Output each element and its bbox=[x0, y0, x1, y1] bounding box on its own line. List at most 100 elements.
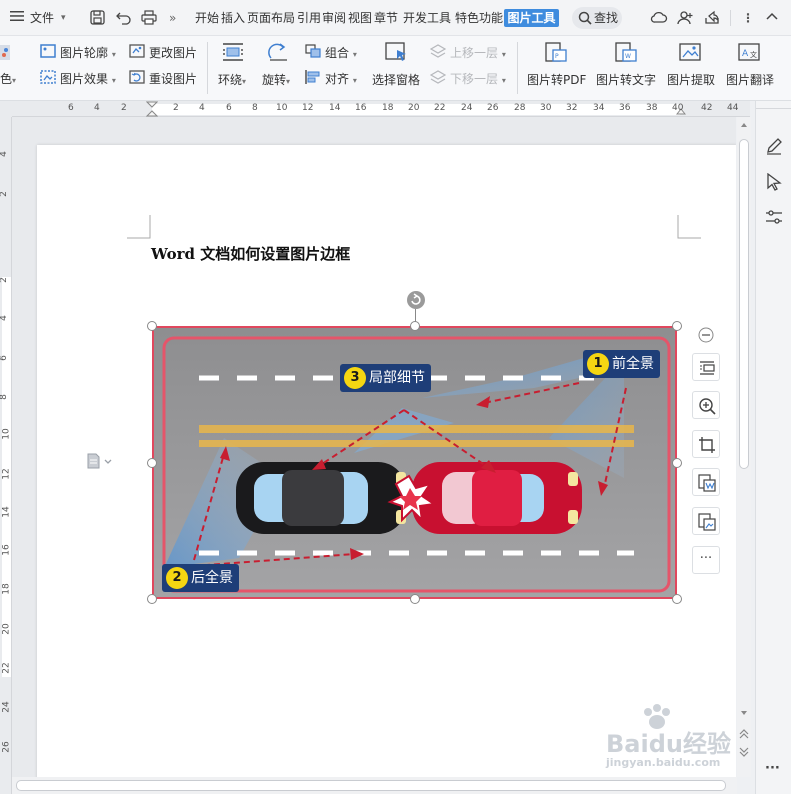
tag-rear-view-label: 后全景 bbox=[191, 570, 233, 586]
picture-convert-button[interactable] bbox=[692, 468, 720, 496]
first-line-indent-marker-icon[interactable] bbox=[146, 101, 158, 117]
tab-picture-tools[interactable]: 图片工具 bbox=[504, 9, 559, 27]
tab-developer[interactable]: 开发工具 bbox=[403, 9, 451, 27]
side-panel-more-icon[interactable]: ··· bbox=[765, 761, 780, 776]
text-wrap-icon[interactable] bbox=[222, 42, 244, 65]
rotate-button[interactable]: 旋转▾ bbox=[262, 71, 290, 88]
search-box[interactable]: 查找 bbox=[572, 7, 622, 29]
horizontal-scroll-thumb[interactable] bbox=[16, 780, 726, 791]
v-ruler-tick: 14 bbox=[1, 506, 12, 518]
group-button[interactable]: 组合 ▾ bbox=[325, 44, 357, 61]
resize-handle-top-left[interactable] bbox=[147, 321, 157, 331]
picture-extract-icon[interactable] bbox=[679, 42, 703, 67]
picture-translate-button[interactable]: 图片翻译 bbox=[726, 71, 774, 88]
tab-references[interactable]: 引用 bbox=[297, 9, 321, 27]
svg-text:文: 文 bbox=[750, 50, 757, 59]
cloud-sync-icon[interactable] bbox=[650, 10, 668, 28]
send-backward-button[interactable]: 下移一层 ▾ bbox=[450, 70, 506, 87]
v-ruler-tick: 26 bbox=[1, 741, 12, 753]
resize-handle-top-right[interactable] bbox=[672, 321, 682, 331]
h-ruler-tick: 12 bbox=[302, 103, 314, 113]
picture-to-pdf-button[interactable]: 图片转PDF bbox=[527, 71, 586, 88]
collapse-ribbon-icon[interactable] bbox=[765, 10, 779, 28]
file-menu[interactable]: 文件 bbox=[30, 9, 54, 27]
vertical-scrollbar[interactable] bbox=[737, 117, 751, 777]
vertical-scroll-thumb[interactable] bbox=[739, 139, 749, 469]
h-ruler-tick: 6 bbox=[68, 103, 74, 113]
share-icon[interactable] bbox=[704, 10, 720, 28]
h-ruler-tick: 40 bbox=[672, 103, 684, 113]
hamburger-menu-icon[interactable] bbox=[10, 9, 24, 27]
picture-translate-icon[interactable]: A文 bbox=[738, 42, 762, 67]
resize-handle-bottom-right[interactable] bbox=[672, 594, 682, 604]
selection-pane-button[interactable]: 选择窗格 bbox=[372, 71, 420, 88]
resize-handle-bottom[interactable] bbox=[410, 594, 420, 604]
h-ruler-tick: 32 bbox=[566, 103, 578, 113]
previous-page-icon[interactable] bbox=[739, 729, 749, 739]
scroll-up-arrow-icon[interactable] bbox=[740, 122, 748, 128]
resize-handle-top[interactable] bbox=[410, 321, 420, 331]
change-picture-button[interactable]: 更改图片 bbox=[149, 44, 197, 61]
document-page[interactable]: Word 文档如何设置图片边框 3 局部细节 1 前全景 2 后全景 bbox=[37, 145, 736, 777]
tab-view[interactable]: 视图 bbox=[348, 9, 372, 27]
h-ruler-tick: 2 bbox=[121, 103, 127, 113]
scroll-down-arrow-icon[interactable] bbox=[740, 710, 748, 716]
color-label: 色 bbox=[0, 72, 13, 86]
vertical-ruler[interactable]: 4 2 2 4 6 8 10 12 14 16 18 20 22 24 26 bbox=[0, 117, 12, 794]
h-ruler-tick: 8 bbox=[252, 103, 258, 113]
crop-picture-button[interactable] bbox=[692, 430, 720, 458]
picture-extract-button[interactable]: 图片提取 bbox=[667, 71, 715, 88]
picture-effect-button[interactable]: 图片效果 ▾ bbox=[60, 70, 116, 87]
picture-to-pdf-icon[interactable]: P bbox=[544, 42, 568, 67]
more-tools-button[interactable]: ··· bbox=[692, 546, 720, 574]
user-share-icon[interactable] bbox=[677, 10, 693, 28]
layout-options-icon[interactable] bbox=[87, 453, 115, 469]
horizontal-ruler[interactable]: 6 4 2 2 4 6 8 10 12 14 16 18 20 22 24 26… bbox=[0, 101, 750, 117]
rotate-icon[interactable] bbox=[267, 42, 289, 65]
resize-handle-bottom-left[interactable] bbox=[147, 594, 157, 604]
layout-options-button[interactable] bbox=[692, 353, 720, 381]
rotate-handle-icon[interactable] bbox=[407, 291, 425, 309]
red-car bbox=[412, 462, 582, 534]
picture-to-text-icon[interactable]: W bbox=[614, 42, 638, 67]
save-icon[interactable] bbox=[90, 10, 105, 28]
collapse-toolbar-icon[interactable] bbox=[698, 327, 714, 346]
picture-effect-label: 图片效果 bbox=[60, 72, 109, 86]
selection-pane-icon[interactable] bbox=[385, 42, 409, 67]
color-palette-icon[interactable] bbox=[0, 44, 12, 65]
more-options-icon[interactable]: ⋮ bbox=[742, 9, 754, 27]
resize-handle-left[interactable] bbox=[147, 458, 157, 468]
v-ruler-tick: 24 bbox=[1, 701, 12, 713]
selected-picture[interactable]: 3 局部细节 1 前全景 2 后全景 bbox=[152, 326, 677, 599]
next-page-icon[interactable] bbox=[739, 747, 749, 757]
align-dropdown-icon: ▾ bbox=[352, 76, 357, 85]
horizontal-scrollbar[interactable] bbox=[12, 777, 737, 794]
zoom-picture-button[interactable] bbox=[692, 391, 720, 419]
bring-forward-label: 上移一层 bbox=[450, 46, 499, 60]
tab-section[interactable]: 章节 bbox=[374, 9, 398, 27]
color-button[interactable]: 色▾ bbox=[0, 70, 16, 87]
tab-review[interactable]: 审阅 bbox=[322, 9, 346, 27]
select-cursor-icon[interactable] bbox=[766, 173, 782, 191]
edit-pen-icon[interactable] bbox=[765, 137, 783, 155]
right-side-panel: ··· bbox=[755, 101, 791, 794]
picture-outline-button[interactable]: 图片轮廓 ▾ bbox=[60, 44, 116, 61]
picture-to-text-button[interactable]: 图片转文字 bbox=[596, 71, 656, 88]
picture-extract-small-button[interactable] bbox=[692, 507, 720, 535]
tab-special-features[interactable]: 特色功能 bbox=[455, 9, 503, 27]
wrap-button[interactable]: 环绕▾ bbox=[218, 71, 246, 88]
align-button[interactable]: 对齐 ▾ bbox=[325, 70, 357, 87]
tab-insert[interactable]: 插入 bbox=[221, 9, 245, 27]
resize-handle-right[interactable] bbox=[672, 458, 682, 468]
document-title[interactable]: Word 文档如何设置图片边框 bbox=[151, 243, 350, 264]
adjust-settings-icon[interactable] bbox=[765, 208, 783, 226]
undo-icon[interactable] bbox=[116, 10, 132, 28]
print-icon[interactable] bbox=[141, 10, 157, 28]
bring-forward-button[interactable]: 上移一层 ▾ bbox=[450, 44, 506, 61]
file-dropdown-icon[interactable]: ▾ bbox=[61, 9, 66, 27]
reset-picture-button[interactable]: 重设图片 bbox=[149, 70, 197, 87]
tab-page-layout[interactable]: 页面布局 bbox=[247, 9, 295, 27]
margin-corner-top-right bbox=[677, 215, 701, 239]
tab-home[interactable]: 开始 bbox=[195, 9, 219, 27]
overflow-chevron-icon[interactable]: » bbox=[169, 9, 176, 27]
